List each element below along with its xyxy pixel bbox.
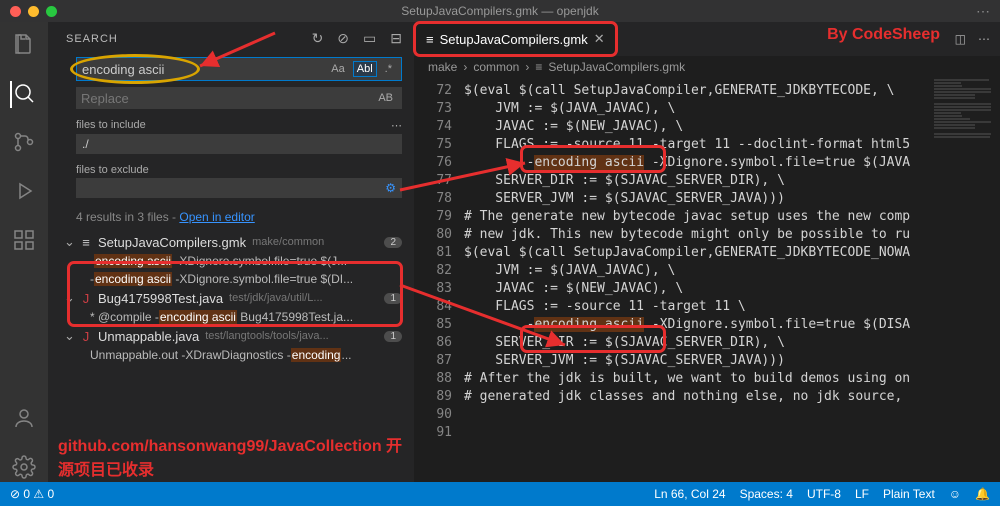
activity-bar xyxy=(0,22,48,482)
encoding-status[interactable]: UTF-8 xyxy=(807,487,841,501)
replace-input-box[interactable]: Replace AB xyxy=(76,87,402,109)
explorer-icon[interactable] xyxy=(12,32,36,59)
search-input-box[interactable]: Aa Abl .* xyxy=(76,57,402,81)
results-summary: 4 results in 3 files - Open in editor xyxy=(76,210,402,224)
problems-status[interactable]: ⊘ 0 ⚠ 0 xyxy=(10,487,54,501)
exclude-input[interactable]: ⚙ xyxy=(76,178,402,198)
source-control-icon[interactable] xyxy=(12,130,36,157)
result-file-2[interactable]: ⌄JUnmappable.javatest/langtools/tools/ja… xyxy=(48,326,414,346)
search-results: ⌄≡SetupJavaCompilers.gmkmake/common2-enc… xyxy=(48,232,414,482)
result-file-0[interactable]: ⌄≡SetupJavaCompilers.gmkmake/common2 xyxy=(48,232,414,252)
file-icon: ≡ xyxy=(426,32,434,47)
result-match-0-1[interactable]: -encoding ascii -XDignore.symbol.file=tr… xyxy=(48,270,414,288)
match-case-toggle[interactable]: Aa xyxy=(327,61,348,77)
include-input[interactable]: ./ xyxy=(76,134,402,154)
tab-label: SetupJavaCompilers.gmk xyxy=(440,32,588,47)
run-debug-icon[interactable] xyxy=(12,179,36,206)
include-label: files to include xyxy=(76,119,146,132)
extensions-icon[interactable] xyxy=(12,228,36,255)
breadcrumb[interactable]: make›common›≡ SetupJavaCompilers.gmk xyxy=(414,56,1000,78)
line-gutter: 7273747576777879808182838485868788899091 xyxy=(414,78,464,482)
code-editor[interactable]: 7273747576777879808182838485868788899091… xyxy=(414,78,1000,482)
eol-status[interactable]: LF xyxy=(855,487,869,501)
result-file-1[interactable]: ⌄JBug4175998Test.javatest/jdk/java/util/… xyxy=(48,288,414,308)
settings-gear-icon[interactable] xyxy=(12,455,36,482)
new-search-editor-icon[interactable]: ▭ xyxy=(363,30,376,47)
language-mode[interactable]: Plain Text xyxy=(883,487,935,501)
search-input[interactable] xyxy=(82,62,327,77)
match-whole-word-toggle[interactable]: Abl xyxy=(353,61,377,77)
window-title: SetupJavaCompilers.gmk — openjdk xyxy=(401,4,598,18)
search-tab-icon[interactable] xyxy=(10,81,36,108)
feedback-icon[interactable]: ☺ xyxy=(949,487,961,501)
close-window[interactable] xyxy=(10,6,21,17)
minimize-window[interactable] xyxy=(28,6,39,17)
open-in-editor-link[interactable]: Open in editor xyxy=(179,210,254,224)
collapse-icon[interactable]: ⊟ xyxy=(390,30,402,47)
notifications-icon[interactable]: 🔔 xyxy=(975,487,990,501)
tab-bar: ≡ SetupJavaCompilers.gmk ✕ ◫ ⋯ xyxy=(414,22,1000,56)
panel-title: SEARCH xyxy=(66,33,118,45)
search-panel: SEARCH ↻ ⊘ ▭ ⊟ Aa Abl .* Replace AB file… xyxy=(48,22,414,482)
clear-icon[interactable]: ⊘ xyxy=(337,30,349,47)
window-controls xyxy=(10,6,57,17)
use-exclude-settings-icon[interactable]: ⚙ xyxy=(385,181,396,195)
preserve-case-toggle[interactable]: AB xyxy=(374,90,397,106)
code-lines[interactable]: $(eval $(call SetupJavaCompiler,GENERATE… xyxy=(464,78,1000,482)
titlebar: SetupJavaCompilers.gmk — openjdk ⋯ xyxy=(0,0,1000,22)
refresh-icon[interactable]: ↻ xyxy=(312,30,324,47)
status-bar: ⊘ 0 ⚠ 0 Ln 66, Col 24 Spaces: 4 UTF-8 LF… xyxy=(0,482,1000,506)
replace-placeholder: Replace xyxy=(81,91,129,106)
cursor-position[interactable]: Ln 66, Col 24 xyxy=(654,487,725,501)
indent-status[interactable]: Spaces: 4 xyxy=(740,487,793,501)
result-match-0-0[interactable]: -encoding ascii -XDignore.symbol.file=tr… xyxy=(48,252,414,270)
editor-tab[interactable]: ≡ SetupJavaCompilers.gmk ✕ xyxy=(416,24,615,54)
account-icon[interactable] xyxy=(12,406,36,433)
titlebar-menu-icon[interactable]: ⋯ xyxy=(976,3,990,20)
close-tab-icon[interactable]: ✕ xyxy=(594,31,605,47)
minimap[interactable] xyxy=(930,78,1000,482)
split-editor-icon[interactable]: ◫ xyxy=(955,32,966,46)
toggle-search-details-icon[interactable]: ⋯ xyxy=(391,119,402,132)
maximize-window[interactable] xyxy=(46,6,57,17)
result-match-2-0[interactable]: Unmappable.out -XDrawDiagnostics -encodi… xyxy=(48,346,414,364)
regex-toggle[interactable]: .* xyxy=(381,61,396,77)
editor-area: ≡ SetupJavaCompilers.gmk ✕ ◫ ⋯ make›comm… xyxy=(414,22,1000,482)
exclude-label: files to exclude xyxy=(76,164,149,176)
more-actions-icon[interactable]: ⋯ xyxy=(978,32,990,46)
result-match-1-0[interactable]: * @compile -encoding ascii Bug4175998Tes… xyxy=(48,308,414,326)
